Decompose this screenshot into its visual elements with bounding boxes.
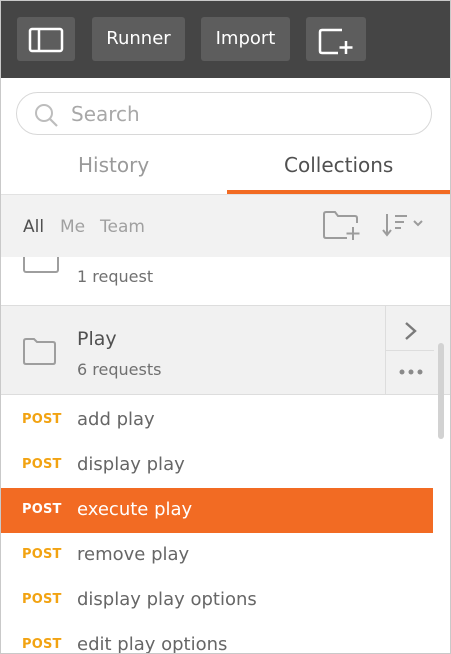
chevron-right-icon[interactable] [402,319,420,343]
import-button[interactable]: Import [201,17,290,61]
list-scrollbar[interactable] [438,343,444,439]
request-item-selected[interactable]: POST execute play [1,488,433,533]
folder-icon [23,257,59,273]
runner-button[interactable]: Runner [92,17,185,61]
request-name: execute play [77,499,193,520]
request-item[interactable]: POST edit play options [1,623,433,653]
search-box[interactable] [16,92,432,135]
filter-all[interactable]: All [23,217,44,237]
tab-history[interactable]: History [78,153,149,177]
method-badge: POST [22,412,62,427]
collection-item[interactable]: 1 request [1,257,450,305]
search-input[interactable] [71,99,411,129]
method-badge: POST [22,457,62,472]
collection-request-count: 6 requests [77,360,162,379]
toggle-sidebar-button[interactable] [17,17,75,61]
method-badge: POST [22,547,62,562]
actions-divider [386,350,434,351]
sidebar-toggle-icon [28,27,64,53]
collections-list: 1 request Play 6 requests POST add play … [1,257,450,653]
request-item[interactable]: POST add play [1,398,433,443]
request-item[interactable]: POST remove play [1,533,433,578]
app-sidebar: Runner Import History Collections All Me… [0,0,451,654]
tab-collections[interactable]: Collections [284,153,393,177]
filter-team[interactable]: Team [100,217,145,237]
filter-bar: All Me Team [1,195,450,257]
collection-actions [385,306,434,394]
new-folder-icon[interactable] [322,209,362,241]
request-name: remove play [77,544,190,565]
more-icon[interactable] [398,368,424,376]
request-name: add play [77,409,155,430]
request-name: edit play options [77,634,228,653]
request-name: display play [77,454,185,475]
new-window-button[interactable] [306,17,366,61]
method-badge: POST [22,592,62,607]
toolbar: Runner Import [1,1,450,78]
search-icon [35,104,58,127]
method-badge: POST [22,637,62,652]
request-item[interactable]: POST display play options [1,578,433,623]
filter-me[interactable]: Me [60,217,85,237]
collection-item-play[interactable]: Play 6 requests [1,305,450,395]
collection-name: Play [77,328,117,350]
folder-icon [23,338,56,365]
sort-icon[interactable] [381,211,427,239]
collection-request-count: 1 request [77,267,154,286]
request-name: display play options [77,589,257,610]
new-window-icon [318,28,353,55]
method-badge: POST [22,502,62,517]
request-item[interactable]: POST display play [1,443,433,488]
